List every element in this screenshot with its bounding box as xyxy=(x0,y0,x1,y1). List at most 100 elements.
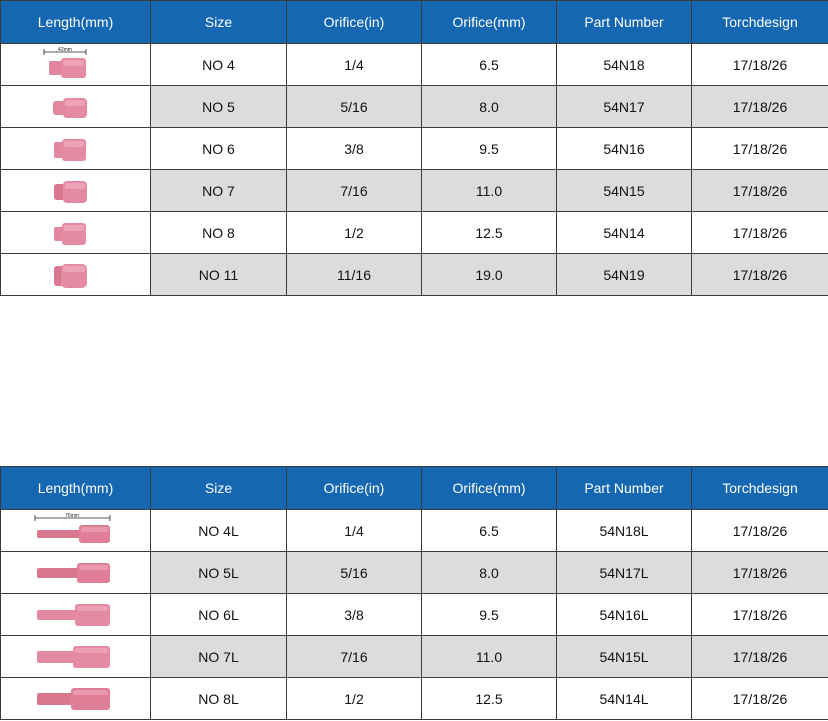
nozzle-image-cell xyxy=(0,211,151,254)
long-nozzle-table: Length(mm) Size Orifice(in) Orifice(mm) … xyxy=(0,466,828,720)
header-part-number: Part Number xyxy=(556,0,692,44)
dimension-label: 76mm xyxy=(65,513,79,519)
header-torchdesign: Torchdesign xyxy=(691,466,828,510)
header-orifice-in: Orifice(in) xyxy=(286,466,422,510)
orifice-in-cell: 7/16 xyxy=(286,169,422,212)
header-torchdesign: Torchdesign xyxy=(691,0,828,44)
header-length: Length(mm) xyxy=(0,466,151,510)
dimension-label: 42mm xyxy=(58,47,72,53)
torchdesign-cell: 17/18/26 xyxy=(691,85,828,128)
part-number-cell: 54N18 xyxy=(556,43,692,86)
size-cell: NO 7L xyxy=(150,635,287,678)
orifice-in-cell: 1/4 xyxy=(286,509,422,552)
torchdesign-cell: 17/18/26 xyxy=(691,635,828,678)
ceramic-nozzle-image xyxy=(53,138,86,161)
ceramic-nozzle-image xyxy=(53,263,87,288)
orifice-in-cell: 7/16 xyxy=(286,635,422,678)
size-cell: NO 5 xyxy=(150,85,287,128)
table-row: NO 8 1/2 12.5 54N14 17/18/26 xyxy=(0,211,828,254)
size-cell: NO 6 xyxy=(150,127,287,170)
torchdesign-cell: 17/18/26 xyxy=(691,169,828,212)
torchdesign-cell: 17/18/26 xyxy=(691,253,828,296)
part-number-cell: 54N14L xyxy=(556,677,692,720)
orifice-mm-cell: 19.0 xyxy=(421,253,557,296)
table-row: NO 6L 3/8 9.5 54N16L 17/18/26 xyxy=(0,593,828,636)
header-orifice-in: Orifice(in) xyxy=(286,0,422,44)
size-cell: NO 5L xyxy=(150,551,287,594)
size-cell: NO 4L xyxy=(150,509,287,552)
orifice-mm-cell: 11.0 xyxy=(421,169,557,212)
ceramic-nozzle-image xyxy=(53,180,87,203)
orifice-in-cell: 5/16 xyxy=(286,551,422,594)
torchdesign-cell: 17/18/26 xyxy=(691,551,828,594)
part-number-cell: 54N14 xyxy=(556,211,692,254)
ceramic-nozzle-image xyxy=(36,687,110,710)
table-row: NO 7L 7/16 11.0 54N15L 17/18/26 xyxy=(0,635,828,678)
orifice-mm-cell: 12.5 xyxy=(421,677,557,720)
nozzle-image-cell xyxy=(0,635,151,678)
nozzle-image-cell xyxy=(0,593,151,636)
nozzle-image-cell xyxy=(0,127,151,170)
orifice-in-cell: 3/8 xyxy=(286,127,422,170)
orifice-mm-cell: 8.0 xyxy=(421,551,557,594)
orifice-mm-cell: 8.0 xyxy=(421,85,557,128)
part-number-cell: 54N16 xyxy=(556,127,692,170)
size-cell: NO 11 xyxy=(150,253,287,296)
table-row: 42mm NO 4 1/4 6.5 54N18 17/18/26 xyxy=(0,43,828,86)
table-row: 76mm NO 4L 1/4 6.5 54N18L 17/18/26 xyxy=(0,509,828,552)
header-orifice-mm: Orifice(mm) xyxy=(421,0,557,44)
ceramic-nozzle-image: 76mm xyxy=(34,513,110,543)
orifice-in-cell: 5/16 xyxy=(286,85,422,128)
header-row: Length(mm) Size Orifice(in) Orifice(mm) … xyxy=(0,466,828,510)
header-size: Size xyxy=(150,0,287,44)
orifice-mm-cell: 9.5 xyxy=(421,127,557,170)
orifice-in-cell: 3/8 xyxy=(286,593,422,636)
orifice-in-cell: 11/16 xyxy=(286,253,422,296)
nozzle-image-cell: 42mm xyxy=(0,43,151,86)
nozzle-image-cell xyxy=(0,169,151,212)
size-cell: NO 8 xyxy=(150,211,287,254)
orifice-in-cell: 1/2 xyxy=(286,211,422,254)
nozzle-image-cell xyxy=(0,253,151,296)
nozzle-image-cell: 76mm xyxy=(0,509,151,552)
short-nozzle-table: Length(mm) Size Orifice(in) Orifice(mm) … xyxy=(0,0,828,296)
header-part-number: Part Number xyxy=(556,466,692,510)
part-number-cell: 54N16L xyxy=(556,593,692,636)
ceramic-nozzle-image xyxy=(36,645,110,668)
orifice-mm-cell: 11.0 xyxy=(421,635,557,678)
header-size: Size xyxy=(150,466,287,510)
size-cell: NO 8L xyxy=(150,677,287,720)
part-number-cell: 54N19 xyxy=(556,253,692,296)
size-cell: NO 6L xyxy=(150,593,287,636)
nozzle-image-cell xyxy=(0,677,151,720)
part-number-cell: 54N17 xyxy=(556,85,692,128)
table-row: NO 5 5/16 8.0 54N17 17/18/26 xyxy=(0,85,828,128)
header-row: Length(mm) Size Orifice(in) Orifice(mm) … xyxy=(0,0,828,44)
header-length: Length(mm) xyxy=(0,0,151,44)
orifice-mm-cell: 9.5 xyxy=(421,593,557,636)
nozzle-image-cell xyxy=(0,551,151,594)
ceramic-nozzle-image xyxy=(36,603,110,626)
part-number-cell: 54N15L xyxy=(556,635,692,678)
torchdesign-cell: 17/18/26 xyxy=(691,677,828,720)
orifice-mm-cell: 6.5 xyxy=(421,509,557,552)
ceramic-nozzle-image: 42mm xyxy=(43,47,86,78)
table-row: NO 11 11/16 19.0 54N19 17/18/26 xyxy=(0,253,828,296)
orifice-mm-cell: 12.5 xyxy=(421,211,557,254)
part-number-cell: 54N18L xyxy=(556,509,692,552)
size-cell: NO 7 xyxy=(150,169,287,212)
size-cell: NO 4 xyxy=(150,43,287,86)
ceramic-nozzle-image xyxy=(36,562,110,583)
header-orifice-mm: Orifice(mm) xyxy=(421,466,557,510)
orifice-mm-cell: 6.5 xyxy=(421,43,557,86)
torchdesign-cell: 17/18/26 xyxy=(691,43,828,86)
torchdesign-cell: 17/18/26 xyxy=(691,127,828,170)
part-number-cell: 54N15 xyxy=(556,169,692,212)
part-number-cell: 54N17L xyxy=(556,551,692,594)
orifice-in-cell: 1/2 xyxy=(286,677,422,720)
orifice-in-cell: 1/4 xyxy=(286,43,422,86)
ceramic-nozzle-image xyxy=(53,222,86,245)
table-row: NO 6 3/8 9.5 54N16 17/18/26 xyxy=(0,127,828,170)
torchdesign-cell: 17/18/26 xyxy=(691,593,828,636)
table-row: NO 8L 1/2 12.5 54N14L 17/18/26 xyxy=(0,677,828,720)
